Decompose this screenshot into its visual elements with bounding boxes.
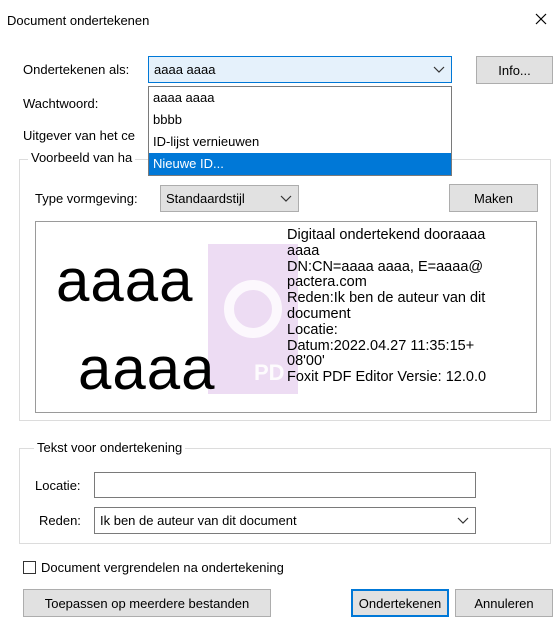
detail-line: pactera.com	[287, 274, 367, 291]
detail-line: 08'00'	[287, 353, 325, 370]
detail-line: document	[287, 305, 351, 322]
style-value: Standaardstijl	[166, 191, 245, 206]
signature-preview: PD aaaa aaaa Digitaal ondertekend dooraa…	[35, 221, 537, 413]
location-label: Locatie:	[35, 478, 81, 493]
reason-select[interactable]: Ik ben de auteur van dit document	[94, 507, 476, 534]
dropdown-item-aaaa[interactable]: aaaa aaaa	[149, 87, 451, 109]
reason-value: Ik ben de auteur van dit document	[100, 513, 297, 528]
location-input[interactable]	[94, 472, 476, 498]
detail-line: DN:CN=aaaa aaaa, E=aaaa@	[287, 258, 484, 275]
reason-label: Reden:	[39, 513, 81, 528]
make-button[interactable]: Maken	[449, 184, 538, 212]
watermark-icon	[224, 280, 282, 338]
chevron-down-icon	[280, 195, 292, 202]
signature-details: Digitaal ondertekend dooraaaa aaaa DN:CN…	[287, 227, 532, 386]
sign-button[interactable]: Ondertekenen	[351, 589, 449, 617]
sign-as-label: Ondertekenen als:	[23, 62, 130, 77]
signature-text-group-title: Tekst voor ondertekening	[34, 440, 186, 455]
info-button[interactable]: Info...	[476, 56, 553, 84]
dropdown-item-new-id[interactable]: Nieuwe ID...	[149, 153, 451, 175]
detail-line: Digitaal ondertekend dooraaaa	[287, 227, 486, 243]
detail-line: aaaa	[287, 242, 320, 259]
sign-as-select[interactable]: aaaa aaaa	[148, 56, 452, 83]
detail-line: Foxit PDF Editor Versie: 12.0.0	[287, 369, 487, 386]
watermark-text: PD	[254, 360, 285, 385]
style-label: Type vormgeving:	[35, 191, 138, 206]
sign-as-dropdown-list[interactable]: aaaa aaaa bbbb ID-lijst vernieuwen Nieuw…	[148, 86, 452, 176]
window-title: Document ondertekenen	[7, 13, 150, 28]
close-icon[interactable]	[532, 10, 550, 28]
cancel-button[interactable]: Annuleren	[455, 589, 553, 617]
chevron-down-icon	[457, 517, 469, 524]
dropdown-item-bbbb[interactable]: bbbb	[149, 109, 451, 131]
preview-group-title: Voorbeeld van ha	[28, 150, 136, 165]
issuer-label: Uitgever van het ce	[23, 128, 136, 143]
dropdown-item-refresh-id-list[interactable]: ID-lijst vernieuwen	[149, 131, 451, 153]
detail-line: Datum:2022.04.27 11:35:15+	[287, 337, 475, 354]
detail-line: Locatie:	[287, 321, 338, 338]
apply-multiple-files-button[interactable]: Toepassen op meerdere bestanden	[23, 589, 271, 617]
password-label: Wachtwoord:	[23, 96, 99, 111]
lock-checkbox-label[interactable]: Document vergrendelen na ondertekening	[41, 560, 284, 575]
chevron-down-icon	[433, 66, 445, 73]
sign-as-value: aaaa aaaa	[154, 62, 216, 77]
lock-checkbox[interactable]	[23, 561, 36, 574]
style-select[interactable]: Standaardstijl	[160, 185, 299, 212]
signer-name-line1: aaaa	[56, 247, 194, 314]
detail-line: Reden:Ik ben de auteur van dit	[287, 290, 486, 307]
signer-name-line2: aaaa	[78, 335, 216, 402]
